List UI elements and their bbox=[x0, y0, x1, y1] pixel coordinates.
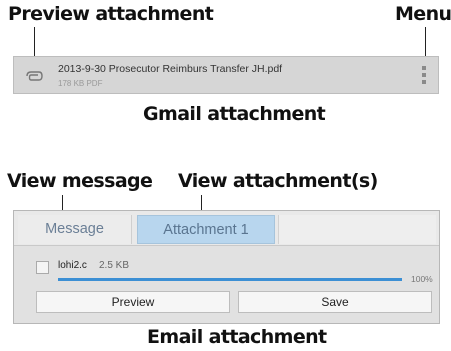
callout-menu: Menu bbox=[395, 3, 451, 25]
gmail-attachment-filename: 2013-9-30 Prosecutor Reimburs Transfer J… bbox=[58, 63, 283, 75]
attachment-filename: lohi2.c bbox=[58, 260, 87, 271]
tab-message[interactable]: Message bbox=[18, 215, 132, 244]
overflow-menu-icon[interactable] bbox=[421, 65, 427, 87]
callout-view-attachments: View attachment(s) bbox=[178, 170, 378, 192]
caption-email-attachment: Email attachment bbox=[147, 326, 327, 348]
callout-view-message: View message bbox=[7, 170, 153, 192]
attachment-size: 2.5 KB bbox=[99, 260, 130, 271]
attachment-checkbox[interactable] bbox=[36, 261, 49, 274]
gmail-attachment-meta: 178 KB PDF bbox=[58, 79, 103, 88]
paperclip-icon[interactable] bbox=[23, 68, 45, 84]
email-attachment-panel: Message Attachment 1 lohi2.c 2.5 KB 100%… bbox=[13, 210, 440, 324]
callout-preview-attachment: Preview attachment bbox=[8, 3, 214, 25]
preview-button[interactable]: Preview bbox=[36, 291, 230, 313]
download-progress-bar bbox=[58, 278, 402, 281]
tab-bar: Message Attachment 1 bbox=[14, 211, 439, 246]
download-progress-fill bbox=[58, 278, 402, 281]
tab-attachment[interactable]: Attachment 1 bbox=[137, 215, 275, 244]
download-progress-label: 100% bbox=[411, 274, 433, 284]
tab-bar-filler bbox=[278, 215, 436, 244]
gmail-attachment-row[interactable]: 2013-9-30 Prosecutor Reimburs Transfer J… bbox=[13, 56, 439, 94]
save-button[interactable]: Save bbox=[238, 291, 432, 313]
caption-gmail-attachment: Gmail attachment bbox=[143, 103, 326, 125]
